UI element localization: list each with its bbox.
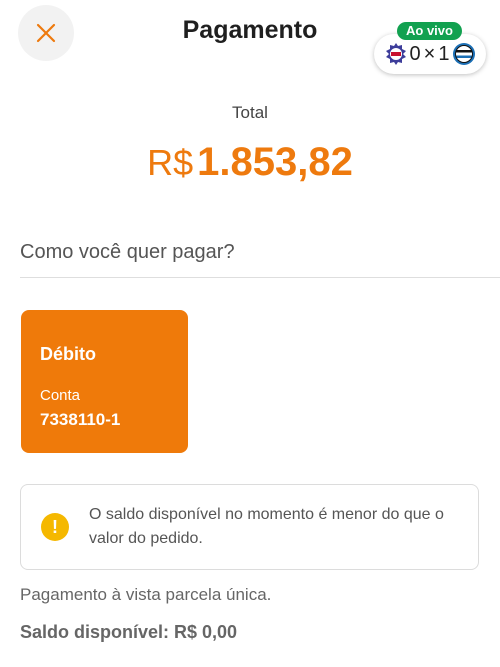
- warning-icon: !: [41, 513, 69, 541]
- away-team-crest-icon: [453, 43, 476, 65]
- divider: [20, 277, 500, 278]
- payment-method-name: Débito: [40, 344, 96, 364]
- away-score: 1: [438, 42, 451, 65]
- total-currency: R$: [147, 142, 194, 183]
- notice-text: O saldo disponível no momento é menor do…: [89, 506, 444, 547]
- installment-text: Pagamento à vista parcela única.: [20, 585, 272, 604]
- account-number: 7338110-1: [40, 410, 121, 429]
- total-amount: R$ 1.853,82: [0, 140, 500, 185]
- account-label: Conta: [40, 387, 81, 404]
- total-value: 1.853,82: [197, 140, 353, 184]
- score-pill[interactable]: 0 × 1: [374, 34, 486, 74]
- score-separator: ×: [423, 42, 437, 65]
- total-label: Total: [232, 103, 268, 122]
- live-match-widget[interactable]: Ao vivo 0 × 1: [374, 22, 486, 76]
- available-balance: Saldo disponível: R$ 0,00: [20, 622, 238, 642]
- live-badge: Ao vivo: [397, 22, 462, 40]
- payment-question: Como você quer pagar?: [20, 241, 235, 263]
- balance-notice: ! O saldo disponível no momento é menor …: [20, 484, 479, 570]
- home-score: 0: [409, 42, 422, 65]
- home-team-crest-icon: [385, 43, 406, 65]
- debit-payment-option[interactable]: Débito Conta 7338110-1: [21, 310, 188, 453]
